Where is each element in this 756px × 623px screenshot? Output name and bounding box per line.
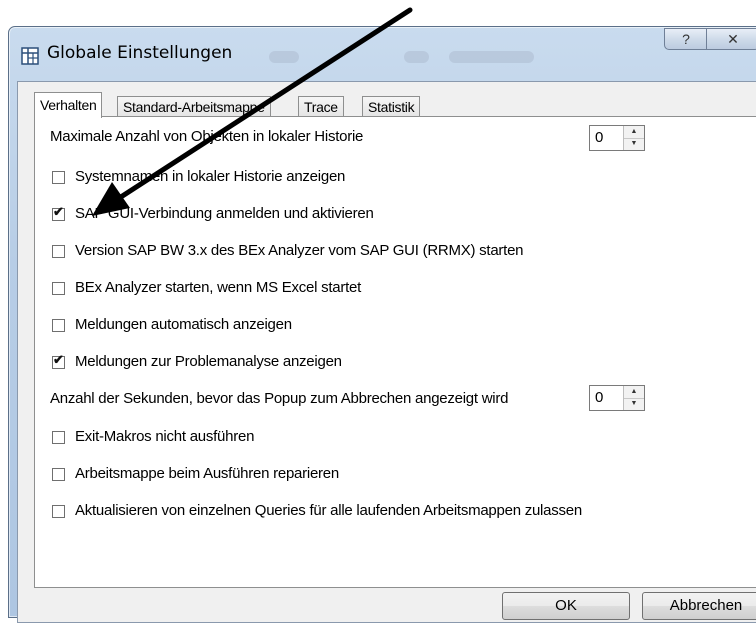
checkbox[interactable]	[52, 282, 65, 295]
checkbox[interactable]	[52, 171, 65, 184]
option-label: Meldungen automatisch anzeigen	[75, 316, 292, 333]
option-label: Version SAP BW 3.x des BEx Analyzer vom …	[75, 242, 524, 259]
checkbox[interactable]	[52, 319, 65, 332]
option-label: Aktualisieren von einzelnen Queries für …	[75, 502, 582, 519]
spinner-buttons: ▲ ▼	[623, 386, 644, 410]
checkbox[interactable]	[52, 431, 65, 444]
tab-statistik[interactable]: Statistik	[362, 96, 421, 117]
grid-window-icon	[21, 47, 39, 65]
check-icon: ✔	[53, 204, 64, 219]
blurred-title-fragment	[269, 51, 299, 63]
tab-panel-verhalten: Maximale Anzahl von Objekten in lokaler …	[34, 116, 756, 588]
check-icon: ✔	[53, 352, 64, 367]
option-label: BEx Analyzer starten, wenn MS Excel star…	[75, 279, 362, 296]
cancel-button[interactable]: Abbrechen	[642, 592, 756, 620]
spin-down-icon[interactable]: ▼	[624, 398, 644, 410]
spinner-buttons: ▲ ▼	[623, 126, 644, 150]
window-title: Globale Einstellungen	[47, 43, 233, 63]
tab-trace[interactable]: Trace	[298, 96, 344, 117]
help-button[interactable]: ?	[664, 28, 708, 50]
ok-button[interactable]: OK	[502, 592, 630, 620]
seconds-label: Anzahl der Sekunden, bevor das Popup zum…	[50, 390, 509, 407]
checkbox-checked[interactable]: ✔	[52, 352, 65, 369]
option-label: Systemnamen in lokaler Historie anzeigen	[75, 168, 346, 185]
spin-down-icon[interactable]: ▼	[624, 138, 644, 150]
checkbox[interactable]	[52, 505, 65, 518]
max-history-value[interactable]: 0	[595, 129, 603, 146]
tab-standard-arbeitsmappe[interactable]: Standard-Arbeitsmappe	[117, 96, 271, 117]
dialog-window: Globale Einstellungen ? ✕ Verhalten Stan…	[8, 26, 756, 623]
dialog-client-area: Verhalten Standard-Arbeitsmappe Trace St…	[17, 81, 756, 623]
tab-verhalten[interactable]: Verhalten	[34, 92, 103, 118]
seconds-value[interactable]: 0	[595, 389, 603, 406]
checkbox[interactable]	[52, 245, 65, 258]
title-bar[interactable]: Globale Einstellungen ? ✕	[9, 27, 756, 81]
option-label: Arbeitsmappe beim Ausführen reparieren	[75, 465, 339, 482]
max-history-spinner[interactable]: 0 ▲ ▼	[589, 125, 645, 151]
checkbox-checked[interactable]: ✔	[52, 204, 65, 221]
option-label: Exit-Makros nicht ausführen	[75, 428, 255, 445]
option-label: Meldungen zur Problemanalyse anzeigen	[75, 353, 342, 370]
blurred-title-fragment	[449, 51, 534, 63]
checkbox[interactable]	[52, 468, 65, 481]
blurred-title-fragment	[404, 51, 429, 63]
close-button[interactable]: ✕	[706, 28, 756, 50]
max-history-label: Maximale Anzahl von Objekten in lokaler …	[50, 128, 364, 145]
seconds-spinner[interactable]: 0 ▲ ▼	[589, 385, 645, 411]
option-label: SAP GUI-Verbindung anmelden und aktivier…	[75, 205, 374, 222]
